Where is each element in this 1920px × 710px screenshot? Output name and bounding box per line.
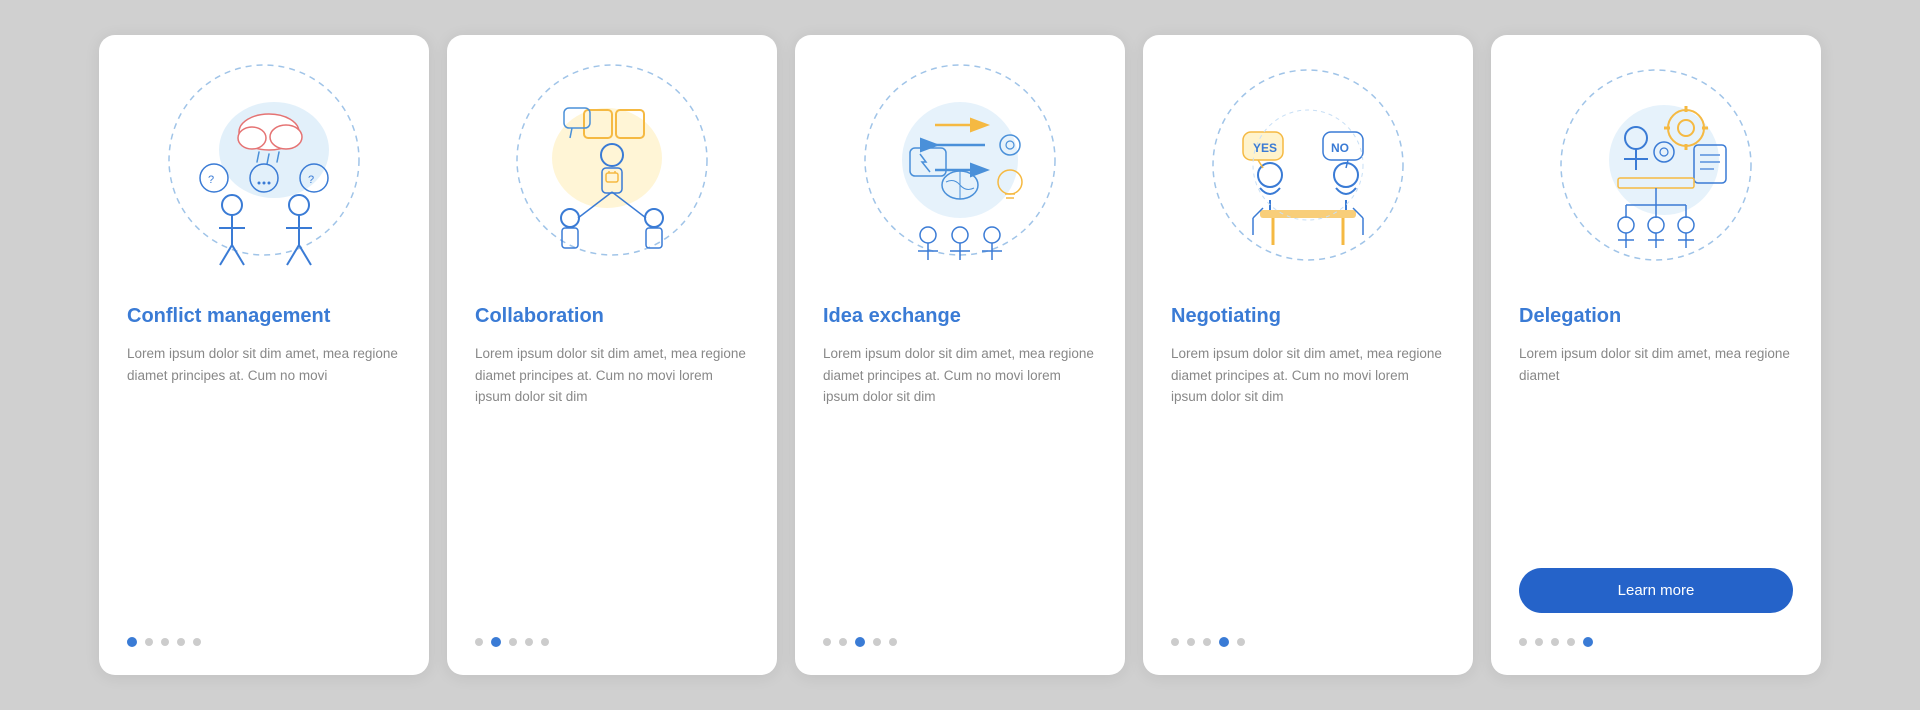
- cards-container: ? ? Conflict management Lorem ipsum dolo…: [59, 5, 1861, 705]
- dot-1[interactable]: [475, 638, 483, 646]
- collaboration-dots: [475, 637, 549, 647]
- learn-more-button[interactable]: Learn more: [1519, 568, 1793, 613]
- dot-2[interactable]: [145, 638, 153, 646]
- idea-exchange-illustration: [823, 65, 1097, 285]
- negotiating-title: Negotiating: [1171, 303, 1281, 329]
- dot-5[interactable]: [193, 638, 201, 646]
- idea-exchange-body: Lorem ipsum dolor sit dim amet, mea regi…: [823, 343, 1097, 613]
- dot-1[interactable]: [1519, 638, 1527, 646]
- card-conflict-management: ? ? Conflict management Lorem ipsum dolo…: [99, 35, 429, 675]
- svg-text:YES: YES: [1253, 141, 1277, 155]
- svg-text:?: ?: [308, 174, 314, 186]
- dot-4[interactable]: [1567, 638, 1575, 646]
- idea-exchange-dots: [823, 637, 897, 647]
- dot-4[interactable]: [1219, 637, 1229, 647]
- card-collaboration: Collaboration Lorem ipsum dolor sit dim …: [447, 35, 777, 675]
- dot-4[interactable]: [873, 638, 881, 646]
- dot-3[interactable]: [855, 637, 865, 647]
- dot-2[interactable]: [1535, 638, 1543, 646]
- card-delegation: Delegation Lorem ipsum dolor sit dim ame…: [1491, 35, 1821, 675]
- delegation-body: Lorem ipsum dolor sit dim amet, mea regi…: [1519, 343, 1793, 548]
- collaboration-body: Lorem ipsum dolor sit dim amet, mea regi…: [475, 343, 749, 613]
- dot-2[interactable]: [491, 637, 501, 647]
- delegation-illustration: [1519, 65, 1793, 285]
- negotiating-dots: [1171, 637, 1245, 647]
- collaboration-illustration: [475, 65, 749, 285]
- idea-exchange-title: Idea exchange: [823, 303, 961, 329]
- negotiating-body: Lorem ipsum dolor sit dim amet, mea regi…: [1171, 343, 1445, 613]
- conflict-management-dots: [127, 637, 201, 647]
- delegation-title: Delegation: [1519, 303, 1621, 329]
- conflict-management-title: Conflict management: [127, 303, 330, 329]
- dot-1[interactable]: [1171, 638, 1179, 646]
- dot-4[interactable]: [525, 638, 533, 646]
- dot-3[interactable]: [1551, 638, 1559, 646]
- svg-text:NO: NO: [1331, 141, 1349, 155]
- conflict-management-body: Lorem ipsum dolor sit dim amet, mea regi…: [127, 343, 401, 613]
- dot-5[interactable]: [1237, 638, 1245, 646]
- dot-4[interactable]: [177, 638, 185, 646]
- delegation-dots: [1519, 637, 1593, 647]
- collaboration-title: Collaboration: [475, 303, 604, 329]
- dot-2[interactable]: [839, 638, 847, 646]
- svg-text:?: ?: [208, 174, 214, 186]
- dot-1[interactable]: [823, 638, 831, 646]
- dot-5[interactable]: [541, 638, 549, 646]
- dot-3[interactable]: [161, 638, 169, 646]
- dot-1[interactable]: [127, 637, 137, 647]
- card-idea-exchange: Idea exchange Lorem ipsum dolor sit dim …: [795, 35, 1125, 675]
- card-negotiating: YES NO Negotiating Lorem ipsum dolor sit…: [1143, 35, 1473, 675]
- dot-2[interactable]: [1187, 638, 1195, 646]
- dot-5[interactable]: [889, 638, 897, 646]
- dot-3[interactable]: [509, 638, 517, 646]
- conflict-management-illustration: ? ?: [127, 65, 401, 285]
- negotiating-illustration: YES NO: [1171, 65, 1445, 285]
- dot-5[interactable]: [1583, 637, 1593, 647]
- dot-3[interactable]: [1203, 638, 1211, 646]
